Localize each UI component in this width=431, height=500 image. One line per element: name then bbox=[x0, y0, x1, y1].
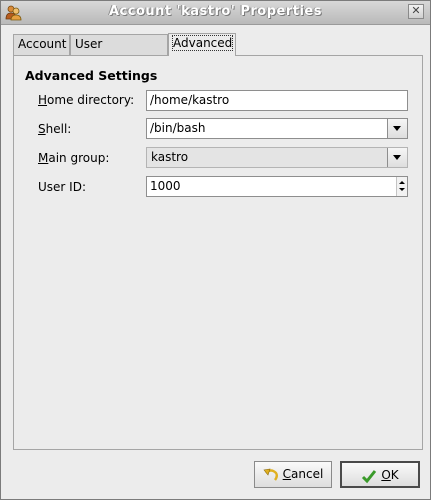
cancel-label: Cancel bbox=[282, 467, 324, 481]
close-button[interactable]: ✕ bbox=[408, 4, 424, 19]
tab-advanced[interactable]: Advanced bbox=[168, 33, 236, 56]
tab-advanced-label: Advanced bbox=[171, 35, 234, 51]
title-bar[interactable]: Account 'kastro' Properties ✕ bbox=[1, 1, 430, 25]
home-directory-label: Home directory: bbox=[38, 93, 135, 107]
main-group-select[interactable]: kastro bbox=[146, 147, 408, 168]
close-icon: ✕ bbox=[411, 4, 421, 17]
checkmark-icon bbox=[362, 469, 377, 483]
chevron-down-icon[interactable] bbox=[387, 119, 407, 138]
section-title: Advanced Settings bbox=[25, 68, 158, 83]
chevron-down-icon[interactable] bbox=[387, 148, 407, 167]
advanced-panel: Advanced Settings Home directory: /home/… bbox=[13, 55, 423, 450]
user-id-spinner[interactable]: 1000 bbox=[146, 176, 408, 197]
user-id-label: User ID: bbox=[38, 180, 86, 194]
shell-combo[interactable]: /bin/bash bbox=[146, 118, 408, 139]
dialog-window: Account 'kastro' Properties ✕ Account Us… bbox=[0, 0, 431, 500]
main-group-value: kastro bbox=[151, 150, 189, 164]
home-directory-field[interactable]: /home/kastro bbox=[146, 90, 408, 111]
user-id-value: 1000 bbox=[150, 179, 181, 193]
tab-user-privileges[interactable]: User Privileges bbox=[70, 34, 168, 70]
main-group-label: Main group: bbox=[38, 151, 110, 165]
spinner-arrows-icon[interactable] bbox=[396, 177, 407, 196]
tab-account[interactable]: Account bbox=[13, 34, 70, 55]
window-title: Account 'kastro' Properties bbox=[109, 4, 322, 19]
ok-button[interactable]: OK bbox=[340, 461, 420, 488]
tab-account-label: Account bbox=[18, 37, 67, 51]
shell-value: /bin/bash bbox=[150, 121, 206, 135]
undo-arrow-icon bbox=[263, 468, 278, 481]
shell-label: Shell: bbox=[38, 122, 72, 136]
cancel-button[interactable]: Cancel bbox=[254, 461, 332, 488]
ok-label: OK bbox=[381, 468, 399, 482]
